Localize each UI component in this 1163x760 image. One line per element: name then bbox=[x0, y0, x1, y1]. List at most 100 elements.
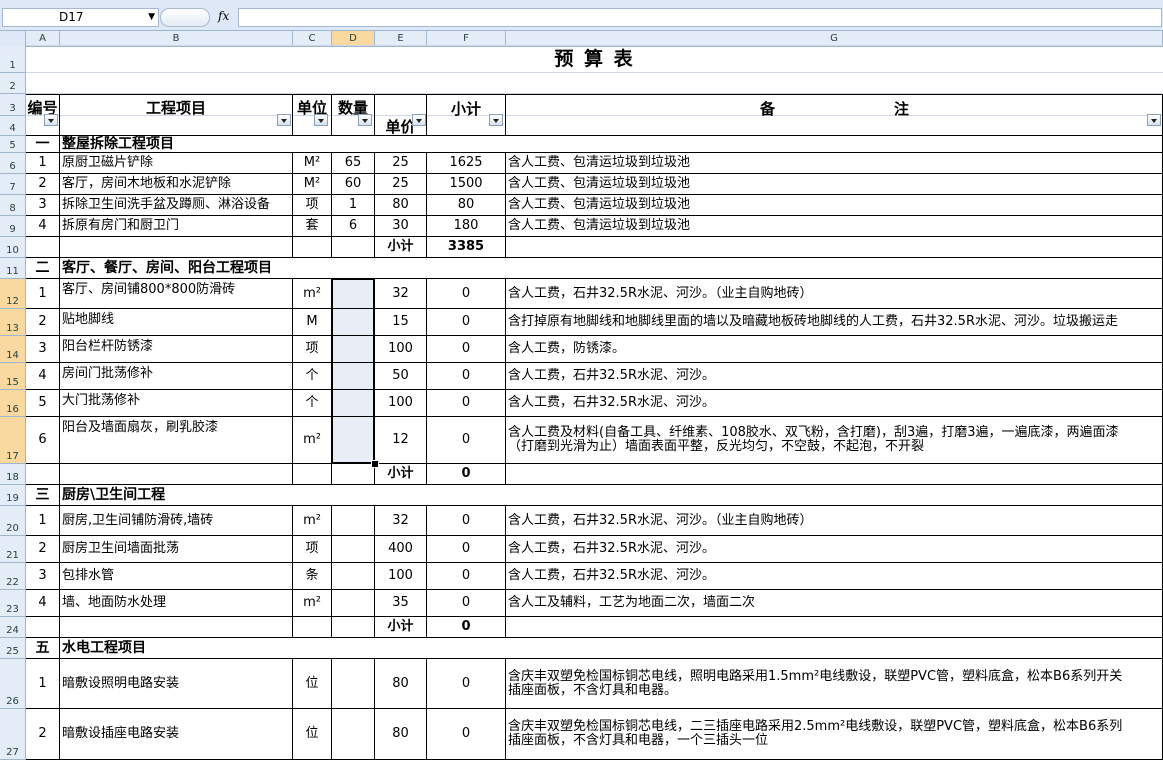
column-header-a[interactable]: A bbox=[26, 31, 60, 46]
item-subtotal[interactable]: 0 bbox=[427, 506, 506, 536]
row-header[interactable]: 22 bbox=[0, 563, 26, 590]
section-title[interactable]: 整屋拆除工程项目 bbox=[60, 136, 1163, 153]
item-price[interactable]: 25 bbox=[375, 153, 427, 174]
section-number[interactable]: 二 bbox=[26, 258, 60, 279]
row-header[interactable]: 16 bbox=[0, 390, 26, 417]
empty-cell[interactable] bbox=[293, 617, 332, 638]
subtotal-value[interactable]: 0 bbox=[427, 617, 506, 638]
row-header[interactable]: 13 bbox=[0, 309, 26, 336]
item-number[interactable]: 1 bbox=[26, 153, 60, 174]
filter-dropdown-icon[interactable] bbox=[358, 114, 372, 126]
row-header[interactable]: 27 bbox=[0, 709, 26, 760]
item-qty[interactable] bbox=[332, 709, 375, 760]
empty-cell[interactable] bbox=[332, 237, 375, 258]
item-qty[interactable]: 1 bbox=[332, 195, 375, 216]
item-unit[interactable]: 项 bbox=[293, 336, 332, 363]
row-header[interactable]: 8 bbox=[0, 195, 26, 216]
item-subtotal[interactable]: 0 bbox=[427, 659, 506, 709]
item-qty[interactable] bbox=[332, 590, 375, 617]
item-name[interactable]: 客厅，房间木地板和水泥铲除 bbox=[60, 174, 293, 195]
section-number[interactable]: 五 bbox=[26, 638, 60, 659]
item-name[interactable]: 拆除卫生间洗手盆及蹲厕、淋浴设备 bbox=[60, 195, 293, 216]
insert-function-icon[interactable]: fx bbox=[218, 8, 229, 25]
item-note[interactable]: 含人工费，石井32.5R水泥、河沙。（业主自购地砖） bbox=[506, 279, 1163, 309]
item-subtotal[interactable]: 0 bbox=[427, 417, 506, 464]
item-unit[interactable]: 项 bbox=[293, 195, 332, 216]
item-qty[interactable]: 6 bbox=[332, 216, 375, 237]
item-unit[interactable]: 套 bbox=[293, 216, 332, 237]
item-subtotal[interactable]: 0 bbox=[427, 709, 506, 760]
item-price[interactable]: 35 bbox=[375, 590, 427, 617]
item-unit[interactable]: M² bbox=[293, 174, 332, 195]
row-header[interactable]: 24 bbox=[0, 617, 26, 638]
item-name[interactable]: 墙、地面防水处理 bbox=[60, 590, 293, 617]
item-price[interactable]: 32 bbox=[375, 279, 427, 309]
empty-cell[interactable] bbox=[26, 617, 60, 638]
fill-handle[interactable] bbox=[371, 460, 379, 468]
row-header[interactable]: 4 bbox=[0, 116, 26, 136]
item-subtotal[interactable]: 1625 bbox=[427, 153, 506, 174]
empty-cell[interactable] bbox=[332, 617, 375, 638]
item-note[interactable]: 含人工费、包清运垃圾到垃圾池 bbox=[506, 174, 1163, 195]
row-header[interactable]: 11 bbox=[0, 258, 26, 279]
item-price[interactable]: 100 bbox=[375, 336, 427, 363]
item-note[interactable]: 含人工及辅料，工艺为地面二次，墙面二次 bbox=[506, 590, 1163, 617]
item-number[interactable]: 4 bbox=[26, 216, 60, 237]
section-title[interactable]: 厨房\卫生间工程 bbox=[60, 485, 1163, 506]
filter-dropdown-icon[interactable] bbox=[44, 114, 58, 126]
item-unit[interactable]: M bbox=[293, 309, 332, 336]
empty-cell[interactable] bbox=[60, 237, 293, 258]
item-price[interactable]: 100 bbox=[375, 563, 427, 590]
column-header-e[interactable]: E bbox=[375, 31, 427, 46]
item-subtotal[interactable]: 0 bbox=[427, 336, 506, 363]
item-note[interactable]: 含打掉原有地脚线和地脚线里面的墙以及暗藏地板砖地脚线的人工费，石井32.5R水泥… bbox=[506, 309, 1163, 336]
formula-input[interactable] bbox=[238, 8, 1162, 27]
empty-cell[interactable] bbox=[26, 464, 60, 485]
item-price[interactable]: 12 bbox=[375, 417, 427, 464]
item-number[interactable]: 5 bbox=[26, 390, 60, 417]
item-unit[interactable]: m² bbox=[293, 590, 332, 617]
item-number[interactable]: 2 bbox=[26, 309, 60, 336]
subtotal-label[interactable]: 小计 bbox=[375, 617, 427, 638]
empty-cell[interactable] bbox=[293, 464, 332, 485]
item-price[interactable]: 80 bbox=[375, 659, 427, 709]
item-subtotal[interactable]: 0 bbox=[427, 590, 506, 617]
section-title[interactable]: 水电工程项目 bbox=[60, 638, 1163, 659]
section-number[interactable]: 一 bbox=[26, 136, 60, 153]
item-qty[interactable] bbox=[332, 536, 375, 563]
item-price[interactable]: 30 bbox=[375, 216, 427, 237]
item-qty[interactable] bbox=[332, 506, 375, 536]
item-number[interactable]: 3 bbox=[26, 195, 60, 216]
row-header[interactable]: 18 bbox=[0, 464, 26, 485]
item-name[interactable]: 厨房,卫生间铺防滑砖,墙砖 bbox=[60, 506, 293, 536]
empty-cell[interactable] bbox=[60, 617, 293, 638]
filter-dropdown-icon[interactable] bbox=[1147, 114, 1161, 126]
item-price[interactable]: 80 bbox=[375, 709, 427, 760]
item-unit[interactable]: m² bbox=[293, 279, 332, 309]
item-name[interactable]: 拆原有房门和厨卫门 bbox=[60, 216, 293, 237]
item-subtotal[interactable]: 0 bbox=[427, 536, 506, 563]
item-note[interactable]: 含人工费及材料(自备工具、纤维素、108胶水、双飞粉，含打磨)，刮3遍，打磨3遍… bbox=[506, 417, 1163, 464]
item-number[interactable]: 3 bbox=[26, 563, 60, 590]
item-note[interactable]: 含庆丰双塑免检国标铜芯电线，二三插座电路采用2.5mm²电线敷设，联塑PVC管，… bbox=[506, 709, 1163, 760]
item-subtotal[interactable]: 0 bbox=[427, 309, 506, 336]
row-header[interactable]: 2 bbox=[0, 73, 26, 94]
item-note[interactable]: 含庆丰双塑免检国标铜芯电线，照明电路采用1.5mm²电线敷设，联塑PVC管，塑料… bbox=[506, 659, 1163, 709]
item-number[interactable]: 1 bbox=[26, 279, 60, 309]
item-number[interactable]: 2 bbox=[26, 709, 60, 760]
item-qty[interactable]: 65 bbox=[332, 153, 375, 174]
item-note[interactable]: 含人工费，石井32.5R水泥、河沙。 bbox=[506, 536, 1163, 563]
item-subtotal[interactable]: 0 bbox=[427, 363, 506, 390]
select-all-corner[interactable] bbox=[0, 31, 26, 46]
item-name[interactable]: 阳台栏杆防锈漆 bbox=[60, 336, 293, 363]
item-name[interactable]: 原厨卫磁片铲除 bbox=[60, 153, 293, 174]
subtotal-label[interactable]: 小计 bbox=[375, 237, 427, 258]
row-header[interactable]: 10 bbox=[0, 237, 26, 258]
item-subtotal[interactable]: 180 bbox=[427, 216, 506, 237]
item-number[interactable]: 4 bbox=[26, 363, 60, 390]
chevron-down-icon[interactable]: ▼ bbox=[148, 9, 155, 26]
item-name[interactable]: 包排水管 bbox=[60, 563, 293, 590]
item-subtotal[interactable]: 0 bbox=[427, 563, 506, 590]
row-header[interactable]: 7 bbox=[0, 174, 26, 195]
item-price[interactable]: 25 bbox=[375, 174, 427, 195]
